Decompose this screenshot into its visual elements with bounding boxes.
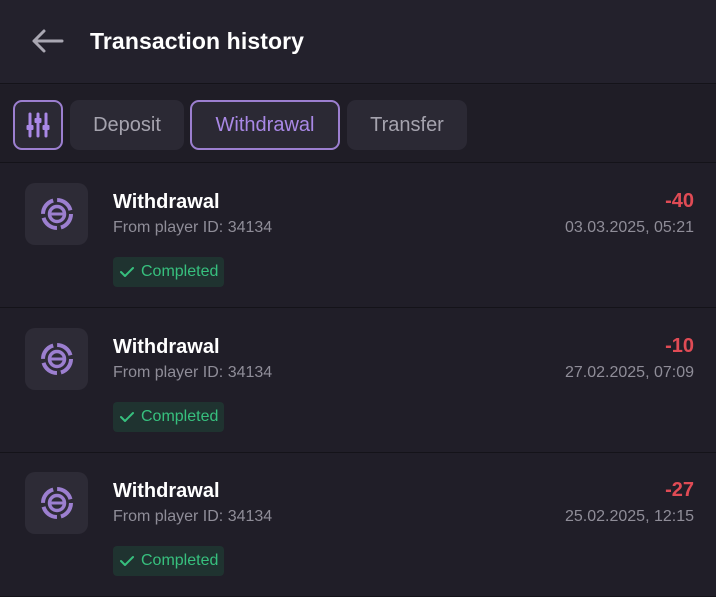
coin-icon xyxy=(40,343,73,375)
transaction-source: From player ID: 34134 xyxy=(113,364,273,381)
tab-withdrawal[interactable]: Withdrawal xyxy=(190,100,340,150)
status-badge: Completed xyxy=(113,257,225,287)
transaction-date: 27.02.2025, 07:09 xyxy=(564,364,694,381)
filter-button[interactable] xyxy=(13,100,63,150)
transaction-row[interactable]: Withdrawal From player ID: 34134 Complet… xyxy=(0,309,716,453)
coin-icon-tile xyxy=(25,183,88,245)
transaction-title: Withdrawal xyxy=(113,191,220,213)
arrow-left-icon xyxy=(32,29,64,53)
transaction-row[interactable]: Withdrawal From player ID: 34134 Complet… xyxy=(0,164,716,308)
transaction-amount: -27 xyxy=(665,479,694,501)
coin-icon xyxy=(40,487,73,519)
check-icon xyxy=(119,410,135,424)
coin-icon-tile xyxy=(25,328,88,390)
filter-bar: Deposit Withdrawal Transfer xyxy=(0,85,716,163)
check-icon xyxy=(119,554,135,568)
page-title: Transaction history xyxy=(90,28,305,54)
coin-icon xyxy=(40,198,73,230)
check-icon xyxy=(119,265,135,279)
transaction-row[interactable]: Withdrawal From player ID: 34134 Complet… xyxy=(0,453,716,597)
transaction-title: Withdrawal xyxy=(113,336,220,358)
header: Transaction history xyxy=(0,0,716,84)
tab-deposit[interactable]: Deposit xyxy=(70,100,184,150)
status-label: Completed xyxy=(141,263,219,280)
status-badge: Completed xyxy=(113,402,225,432)
transaction-date: 03.03.2025, 05:21 xyxy=(564,219,694,236)
tab-transfer[interactable]: Transfer xyxy=(347,100,467,150)
transaction-amount: -40 xyxy=(665,190,694,212)
status-label: Completed xyxy=(141,552,219,569)
coin-icon-tile xyxy=(25,472,88,534)
status-label: Completed xyxy=(141,408,219,425)
transaction-amount: -10 xyxy=(665,335,694,357)
transaction-source: From player ID: 34134 xyxy=(113,219,273,236)
status-badge: Completed xyxy=(113,546,225,576)
transaction-source: From player ID: 34134 xyxy=(113,508,273,525)
transaction-date: 25.02.2025, 12:15 xyxy=(564,508,694,525)
sliders-icon xyxy=(26,112,50,138)
transaction-title: Withdrawal xyxy=(113,480,220,502)
back-button[interactable] xyxy=(26,22,68,60)
